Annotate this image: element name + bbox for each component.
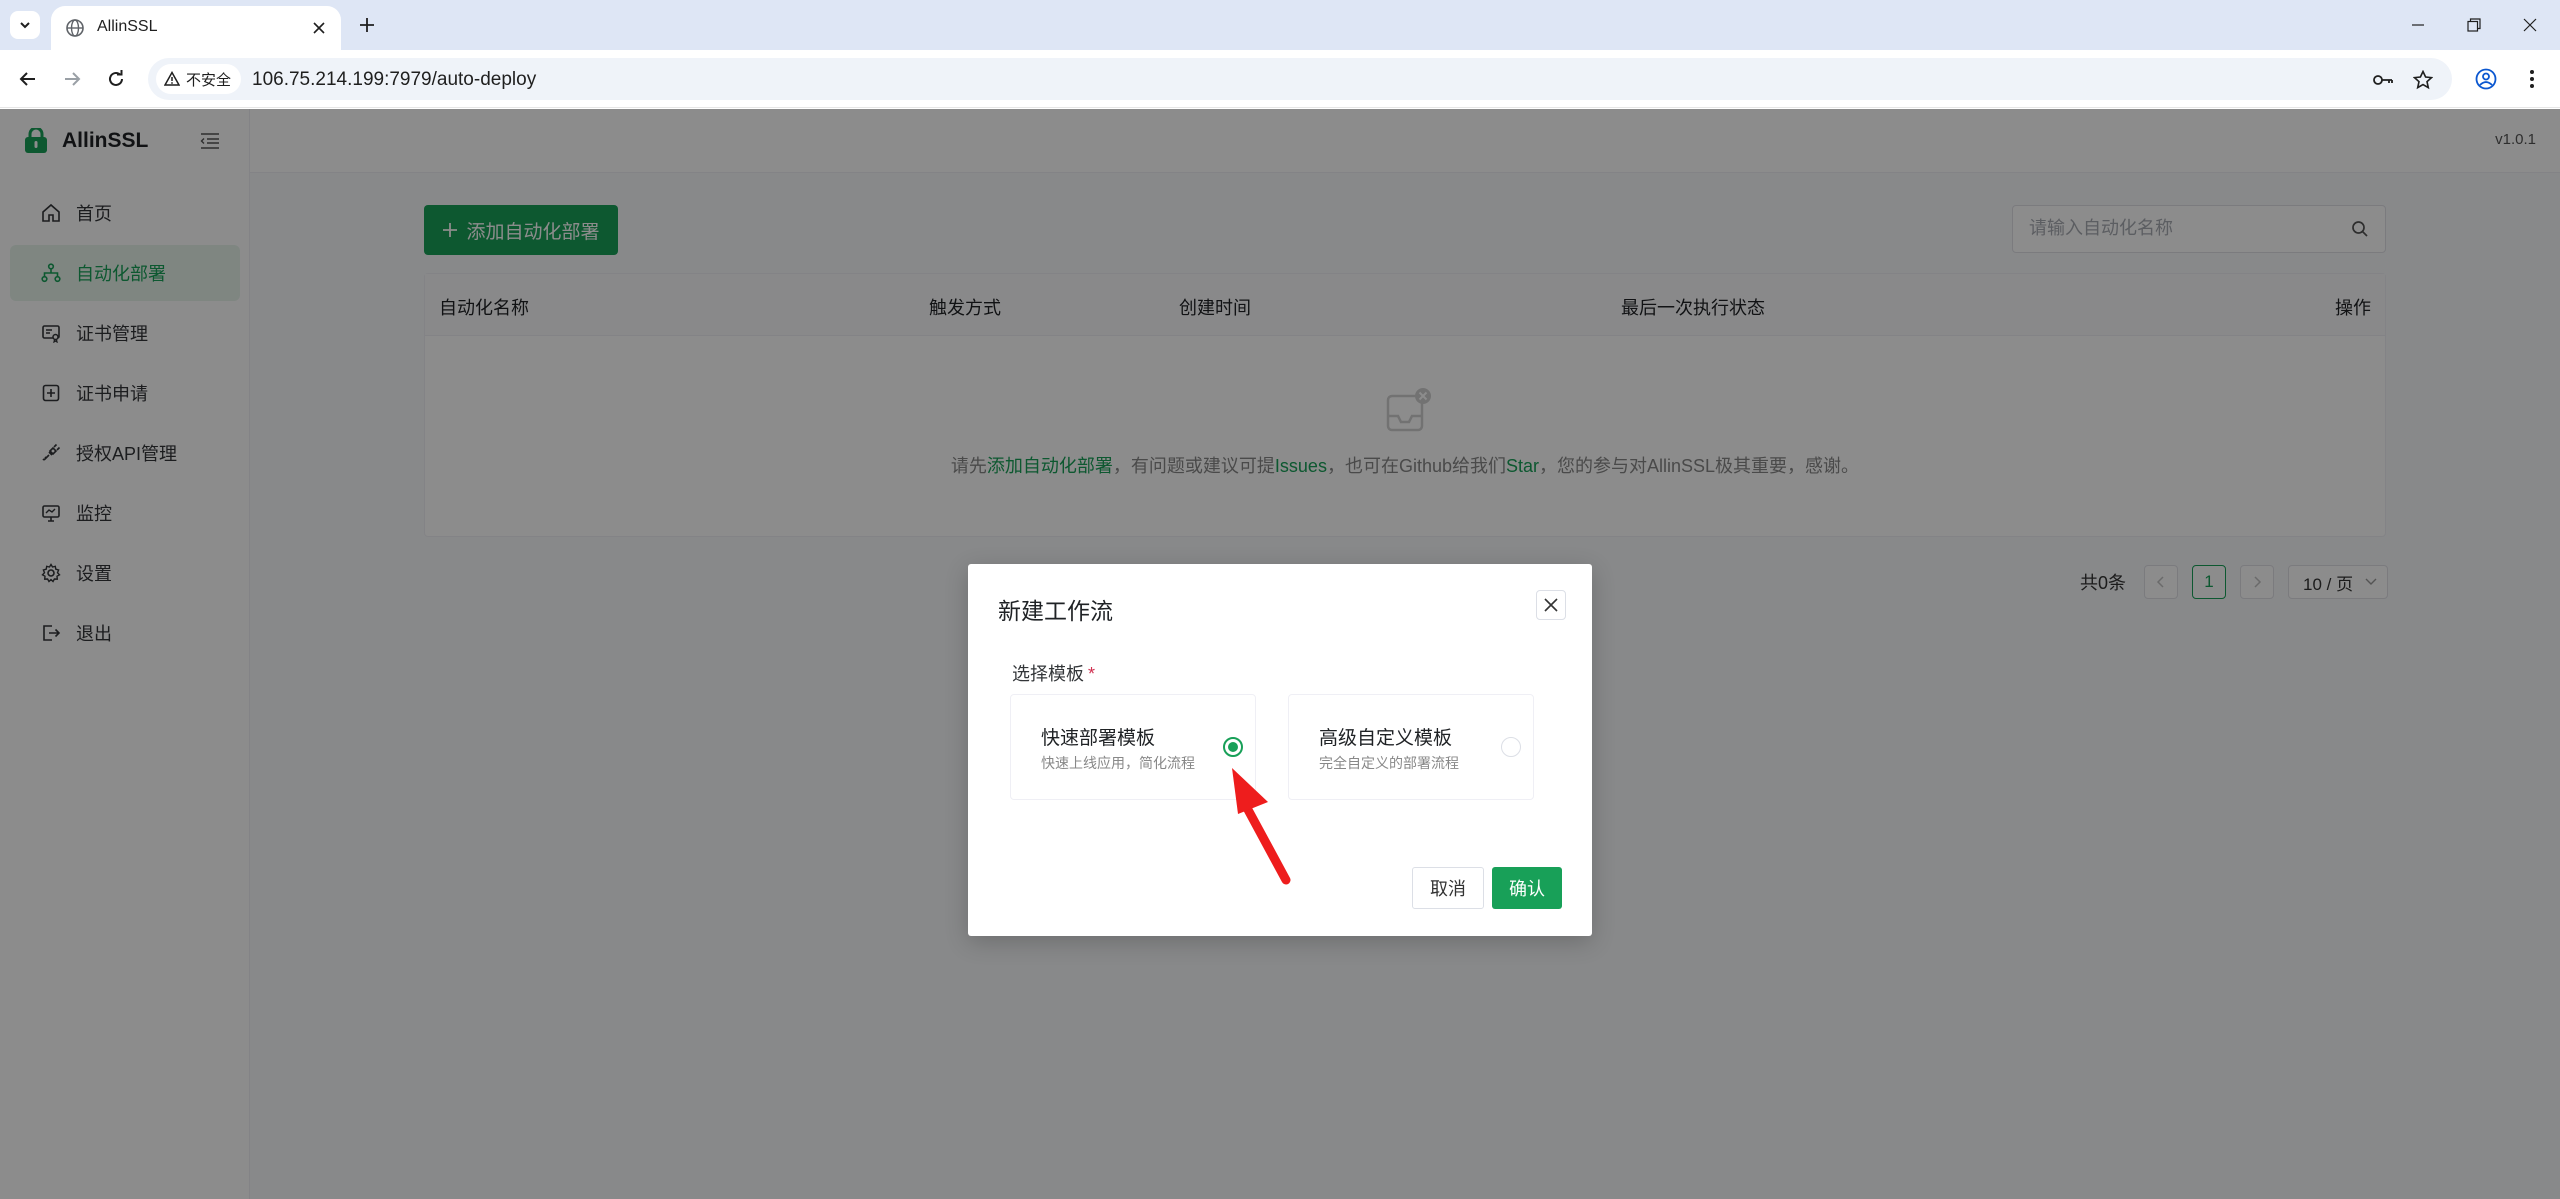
restore-icon (2467, 18, 2481, 32)
browser-toolbar: 不安全 106.75.214.199:7979/auto-deploy (0, 50, 2560, 108)
globe-icon (66, 19, 84, 37)
dialog-title: 新建工作流 (998, 598, 1113, 624)
security-chip[interactable]: 不安全 (156, 64, 242, 94)
arrow-left-icon (19, 72, 35, 86)
close-icon (1544, 598, 1558, 612)
security-label: 不安全 (186, 71, 232, 89)
option-title: 快速部署模板 (1041, 728, 1156, 749)
browser-menu-button[interactable] (2516, 63, 2548, 95)
bookmark-button[interactable] (2410, 67, 2436, 93)
option-radio-quick[interactable] (1223, 737, 1243, 757)
confirm-button[interactable]: 确认 (1492, 867, 1562, 909)
back-button[interactable] (12, 63, 44, 95)
close-icon (2523, 18, 2537, 32)
chevron-down-icon (20, 22, 30, 29)
address-bar[interactable]: 不安全 106.75.214.199:7979/auto-deploy (148, 58, 2452, 100)
tab-title: AllinSSL (97, 18, 158, 35)
close-icon (313, 22, 325, 34)
new-tab-button[interactable] (352, 10, 382, 40)
tab-close-button[interactable] (307, 16, 331, 40)
profile-button[interactable] (2470, 63, 2502, 95)
plus-icon (360, 18, 374, 32)
reload-icon (109, 70, 123, 86)
star-icon (2413, 70, 2433, 90)
browser-tab[interactable]: AllinSSL (51, 6, 341, 50)
annotation-arrow-icon (1232, 768, 1291, 885)
option-description: 快速上线应用，简化流程 (1041, 755, 1195, 771)
option-description: 完全自定义的部署流程 (1319, 755, 1459, 771)
required-mark: * (1088, 664, 1096, 684)
more-vertical-icon (2530, 70, 2534, 88)
url-text: 106.75.214.199:7979/auto-deploy (252, 69, 537, 90)
dialog-close-button[interactable] (1536, 590, 1566, 620)
restore-button[interactable] (2454, 10, 2494, 40)
template-option-advanced[interactable]: 高级自定义模板 完全自定义的部署流程 (1288, 694, 1534, 800)
account-icon (2475, 68, 2497, 90)
key-icon (2373, 75, 2393, 85)
cancel-button[interactable]: 取消 (1412, 867, 1484, 909)
warning-icon (164, 71, 180, 86)
password-key-button[interactable] (2370, 67, 2396, 93)
option-title: 高级自定义模板 (1319, 728, 1453, 749)
reload-button[interactable] (100, 63, 132, 95)
forward-button[interactable] (56, 63, 88, 95)
template-field-label: 选择模板 * (1012, 660, 1095, 686)
template-field-label-text: 选择模板 (1012, 664, 1084, 684)
browser-tab-bar: AllinSSL (0, 0, 2560, 50)
option-radio-advanced[interactable] (1501, 737, 1521, 757)
arrow-right-icon (65, 72, 81, 86)
tab-search-button[interactable] (10, 11, 40, 39)
close-window-button[interactable] (2510, 10, 2550, 40)
minimize-button[interactable] (2398, 10, 2438, 40)
minimize-icon (2412, 24, 2424, 26)
